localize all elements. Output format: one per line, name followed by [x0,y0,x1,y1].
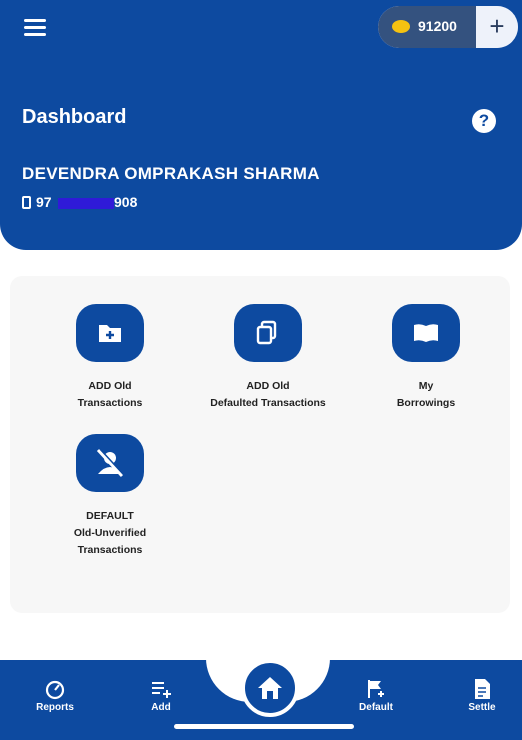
add-old-transactions-button[interactable]: ADD Old Transactions [50,304,170,412]
nav-label: Settle [468,702,496,713]
page-title: Dashboard [22,106,127,128]
dashboard-header: 91200 + Dashboard ? DEVENDRA OMPRAKASH S… [0,0,522,250]
hamburger-menu-icon[interactable] [18,14,54,42]
nav-add[interactable]: Add [131,678,191,713]
nav-label: Add [151,702,171,713]
nav-label: Default [359,702,393,713]
document-icon [471,678,493,700]
phone-prefix: 97 [36,194,52,210]
coin-balance-pill[interactable]: 91200 + [378,6,518,48]
flag-icon [365,678,387,700]
nav-settle[interactable]: Settle [452,678,512,713]
user-name: DEVENDRA OMPRAKASH SHARMA [22,164,320,183]
copy-icon [234,304,302,362]
list-add-icon [150,678,172,700]
home-icon [258,677,282,699]
nav-default[interactable]: Default [346,678,406,713]
coin-balance-area: 91200 [378,6,476,48]
nav-reports[interactable]: Reports [25,678,85,713]
add-coins-button[interactable]: + [476,6,518,48]
help-icon[interactable]: ? [472,109,496,133]
speedometer-icon [44,678,66,700]
user-off-icon [76,434,144,492]
system-home-indicator[interactable] [174,724,354,729]
phone-suffix: 908 [114,194,138,210]
coin-balance: 91200 [418,18,457,34]
add-folder-icon [76,304,144,362]
nav-label: Reports [36,702,74,713]
add-old-defaulted-transactions-button[interactable]: ADD Old Defaulted Transactions [208,304,328,412]
actions-card: ADD Old Transactions ADD Old Defaulted T… [10,276,510,613]
phone-redaction [58,198,114,209]
coin-icon [392,20,410,33]
tile-label: ADD Old Transactions [77,380,143,409]
tile-label: My Borrowings [396,380,456,409]
tile-label: DEFAULT Old-Unverified Transactions [73,510,147,556]
home-button[interactable] [241,659,299,717]
phone-icon [22,196,31,209]
default-old-unverified-transactions-button[interactable]: DEFAULT Old-Unverified Transactions [50,434,170,559]
book-icon [392,304,460,362]
tile-label: ADD Old Defaulted Transactions [210,380,326,409]
my-borrowings-button[interactable]: My Borrowings [366,304,486,412]
